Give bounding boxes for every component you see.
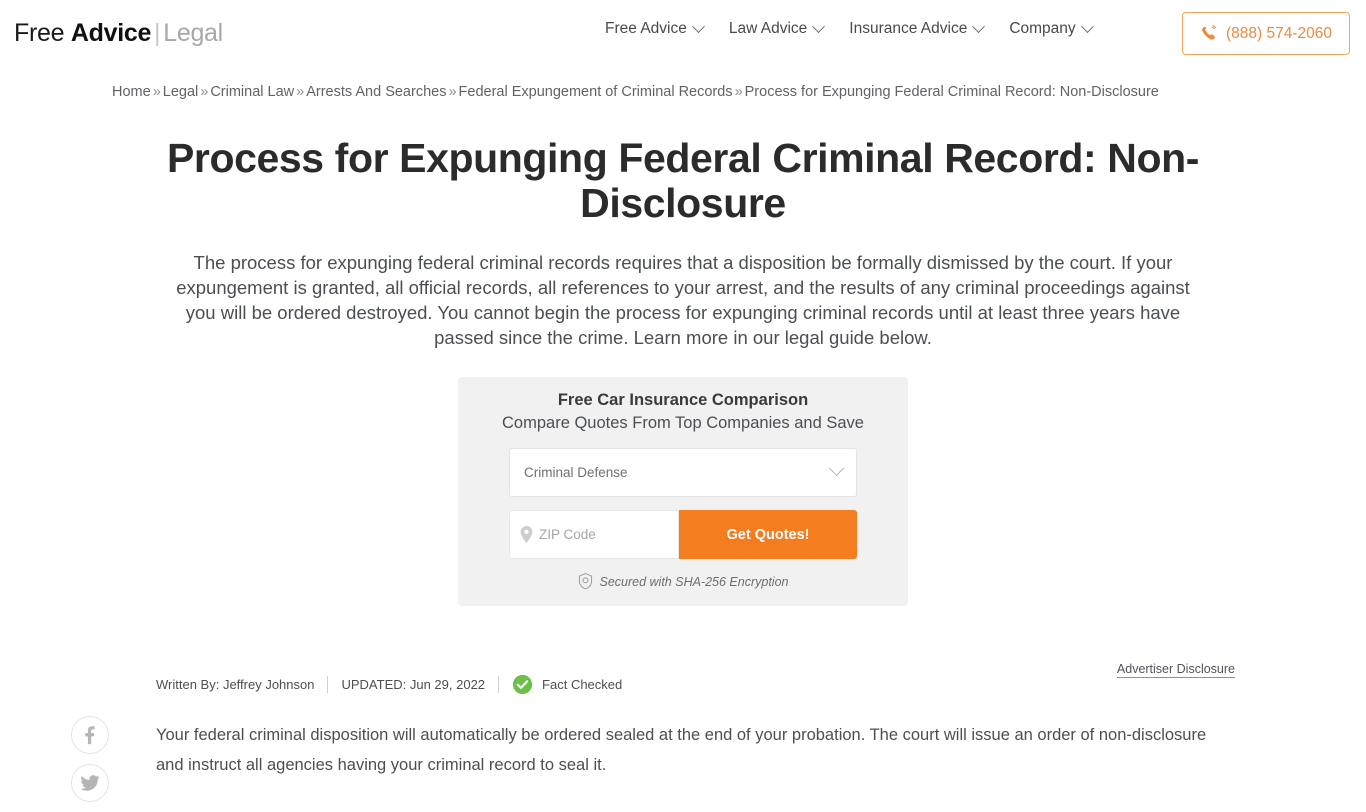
nav-item-company[interactable]: Company <box>1009 19 1094 38</box>
nav-item-free-advice[interactable]: Free Advice <box>605 19 705 38</box>
security-note: Secured with SHA-256 Encryption <box>458 573 908 590</box>
byline-divider <box>327 676 329 693</box>
social-share-rail <box>71 716 109 812</box>
breadcrumb-current-page: Process for Expunging Federal Criminal R… <box>744 84 1159 100</box>
page-title: Process for Expunging Federal Criminal R… <box>166 135 1200 226</box>
breadcrumb-separator: » <box>200 84 209 100</box>
author-label: Written By: Jeffrey Johnson <box>156 677 315 692</box>
quote-form-row: ZIP Code Get Quotes! <box>509 510 857 559</box>
article-lede: The process for expunging federal crimin… <box>176 252 1190 348</box>
facebook-icon <box>85 726 95 745</box>
chevron-down-icon <box>828 460 845 477</box>
insurance-type-value: Criminal Defense <box>524 465 628 480</box>
chevron-down-icon <box>691 19 705 33</box>
breadcrumb-item-home[interactable]: Home <box>112 84 151 100</box>
quote-form: Free Car Insurance Comparison Compare Qu… <box>458 377 908 606</box>
chevron-down-icon <box>972 19 986 33</box>
phone-icon <box>1202 25 1216 40</box>
shield-check-icon <box>578 573 592 590</box>
breadcrumb-item-legal[interactable]: Legal <box>163 84 198 100</box>
breadcrumb-item-federal-expungement[interactable]: Federal Expungement of Criminal Records <box>459 84 733 100</box>
breadcrumb-separator: » <box>152 84 161 100</box>
security-note-label: Secured with SHA-256 Encryption <box>599 574 789 589</box>
breadcrumb-separator: » <box>296 84 305 100</box>
breadcrumb-item-arrests-and-searches[interactable]: Arrests And Searches <box>306 84 446 100</box>
phone-number-label: (888) 574-2060 <box>1226 24 1332 42</box>
nav-label: Company <box>1009 20 1076 37</box>
article-byline: Written By: Jeffrey Johnson UPDATED: Jun… <box>156 674 622 695</box>
logo-text-free: Free <box>14 19 71 47</box>
check-circle-icon <box>512 674 533 695</box>
breadcrumb-separator: » <box>448 84 457 100</box>
logo-text-advice: Advice <box>70 19 152 47</box>
site-header: Free Advice | Legal Free Advice Law Advice… <box>0 0 1366 67</box>
breadcrumb-item-criminal-law[interactable]: Criminal Law <box>210 84 294 100</box>
zip-code-placeholder: ZIP Code <box>539 527 596 542</box>
byline-divider <box>498 676 500 693</box>
chevron-down-icon <box>812 19 826 33</box>
zip-code-field[interactable]: ZIP Code <box>509 510 679 559</box>
advertiser-disclosure-link[interactable]: Advertiser Disclosure <box>1116 662 1235 678</box>
get-quotes-button[interactable]: Get Quotes! <box>679 510 857 559</box>
map-pin-icon <box>520 526 533 543</box>
logo-divider: | <box>154 19 161 47</box>
fact-checked-label: Fact Checked <box>542 677 623 692</box>
breadcrumb-separator: » <box>734 84 743 100</box>
article-body: Your federal criminal disposition will a… <box>156 725 1207 774</box>
phone-call-button[interactable]: (888) 574-2060 <box>1182 12 1350 55</box>
quote-form-title: Free Car Insurance Comparison <box>557 391 809 409</box>
site-logo[interactable]: Free Advice | Legal <box>14 17 223 49</box>
twitter-icon <box>80 775 100 791</box>
fact-checked-badge: Fact Checked <box>512 674 622 695</box>
chevron-down-icon <box>1080 19 1094 33</box>
main-navigation: Free Advice Law Advice Insurance Advice … <box>605 19 1094 38</box>
nav-label: Insurance Advice <box>849 20 968 37</box>
nav-item-law-advice[interactable]: Law Advice <box>728 19 826 38</box>
facebook-share-button[interactable] <box>71 716 109 754</box>
quote-form-subtitle: Compare Quotes From Top Companies and Sa… <box>502 414 864 432</box>
logo-text-legal: Legal <box>163 19 223 47</box>
twitter-share-button[interactable] <box>71 764 109 802</box>
updated-date-label: UPDATED: Jun 29, 2022 <box>341 677 486 692</box>
nav-item-insurance-advice[interactable]: Insurance Advice <box>849 19 986 38</box>
insurance-type-select[interactable]: Criminal Defense <box>509 448 857 497</box>
breadcrumb: Home» Legal» Criminal Law» Arrests And Sear… <box>112 81 1247 104</box>
nav-label: Law Advice <box>728 20 808 37</box>
nav-label: Free Advice <box>605 20 687 37</box>
